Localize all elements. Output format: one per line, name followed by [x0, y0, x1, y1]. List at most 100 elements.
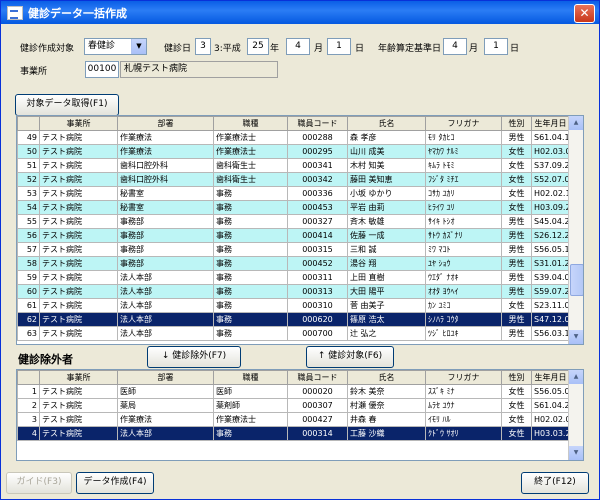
cell-no: 1 [17, 384, 40, 399]
exam-year-label: 年 [270, 44, 280, 54]
excluded-column-header[interactable]: 氏名 [347, 370, 426, 385]
table-row[interactable]: 57テスト病院事務部事務000315三和 誠ﾐﾜ ﾏｺﾄ男性S56.05.14 [17, 242, 570, 257]
cell-job: 事務 [213, 326, 288, 341]
excluded-column-header[interactable]: 生年月日 [531, 370, 570, 385]
cell-kana: ｶﾝ ﾕﾐｺ [425, 298, 502, 313]
cell-sex: 女性 [501, 426, 532, 441]
target-column-header[interactable]: 事業所 [39, 116, 118, 131]
target-grid[interactable]: 事業所 部署 職種 職員コード 氏名 フリガナ 性別 生年月日 49 テスト病院 作業療法 作業療法… [16, 115, 584, 345]
table-row[interactable]: 2テスト病院薬局薬剤師000307村瀬 優奈ﾑﾗｾ ﾕｳﾅ女性S61.04.26 [17, 398, 570, 413]
table-row[interactable]: 4 テスト病院 法人本部 事務 000314 工藤 沙織 ｸﾄﾞｳ ｻｵﾘ 女性 H03.03.… [17, 426, 570, 441]
scroll-down-icon[interactable]: ▼ [569, 446, 583, 460]
include-button[interactable]: ↑ 健診対象(F6) [306, 346, 394, 368]
cell-no: 4 [17, 426, 40, 441]
cell-code: 000414 [287, 228, 348, 243]
exam-era-input[interactable]: 3 [195, 38, 211, 55]
cell-office: テスト病院 [39, 200, 118, 215]
cell-code: 000307 [287, 398, 348, 413]
target-column-header[interactable]: 職員コード [287, 116, 348, 131]
cell-job: 事務 [213, 200, 288, 215]
table-row[interactable]: 1テスト病院医師医師000020鈴木 美奈ｽｽﾞｷ ﾐﾅ女性S56.05.09 [17, 384, 570, 399]
office-code-input[interactable]: 00100 [85, 61, 119, 78]
exit-button[interactable]: 終了(F12) [521, 472, 589, 494]
excluded-column-header[interactable]: 職種 [213, 370, 288, 385]
excluded-column-header[interactable]: フリガナ [425, 370, 502, 385]
table-row[interactable]: 61 テスト病院 法人本部 事務 000310 菅 由美子 ｶﾝ ﾕﾐｺ 女性 S23.11.0… [17, 298, 570, 313]
cell-sex: 女性 [501, 384, 532, 399]
excluded-column-header[interactable]: 事業所 [39, 370, 118, 385]
excluded-column-header[interactable]: 性別 [501, 370, 532, 385]
scroll-up-icon[interactable]: ▲ [569, 116, 583, 130]
table-row[interactable]: 3 テスト病院 作業療法 作業療法士 000427 井森 春ｲﾓﾘ ﾊﾙ 女性 H02.02.… [17, 412, 570, 427]
table-row[interactable]: 62 テスト病院 法人本部 事務 000620 篠原 浩太 ｼﾉﾊﾗ ｺｳﾀ 男性 S47.12… [17, 312, 570, 327]
table-row[interactable]: 55 テスト病院 事務部 事務 000327 斉木 敏雄 ｻｲｷ ﾄｼｵ 男性 S45.04.2… [17, 214, 570, 229]
cell-name: 篠原 浩太 [347, 312, 426, 327]
table-row[interactable]: 60 テスト病院 法人本部 事務 000313 大田 陽平 ｵｵﾀ ﾖｳﾍｲ 男性 S59.07… [17, 284, 570, 299]
cell-dept: 歯科口腔外科 [117, 158, 214, 173]
cell-no: 55 [17, 214, 40, 229]
cell-no: 58 [17, 256, 40, 271]
cell-no: 56 [17, 228, 40, 243]
target-table: 事業所 部署 職種 職員コード 氏名 フリガナ 性別 生年月日 49 テスト病院 作業療法 作業療法… [17, 116, 570, 341]
exam-day-input[interactable]: 1 [327, 38, 351, 55]
table-row[interactable]: 51 テスト病院 歯科口腔外科 歯科衛生士 000341 木村 知美 ｷﾑﾗ ﾄﾓﾐ 女性 S3… [17, 158, 570, 173]
age-day-input[interactable]: 1 [484, 38, 508, 55]
cell-sex: 女性 [501, 186, 532, 201]
office-label: 事業所 [20, 67, 48, 77]
scroll-thumb[interactable] [570, 264, 583, 296]
cell-no: 3 [17, 412, 40, 427]
cell-office: テスト病院 [39, 312, 118, 327]
excluded-grid[interactable]: 事業所 部署 職種 職員コード 氏名 フリガナ 性別 生年月日 1 テスト病院 医師 医師 00002… [16, 369, 584, 461]
close-button[interactable]: ✕ [574, 4, 595, 23]
cell-name: 工藤 沙織 [347, 426, 426, 441]
target-label: 健診作成対象 [20, 44, 75, 54]
excluded-column-header[interactable]: 部署 [117, 370, 214, 385]
table-row[interactable]: 50 テスト病院 作業療法 作業療法士 000295 山川 成美 ﾔﾏｶﾜ ﾅﾙﾐ 女性 H02… [17, 144, 570, 159]
table-row[interactable]: 52 テスト病院 歯科口腔外科 歯科衛生士 000342 藤田 美知恵 ﾌｼﾞﾀ ﾐﾁｴ 女性… [17, 172, 570, 187]
target-scrollbar[interactable]: ▲ ▼ [568, 116, 583, 344]
chevron-down-icon[interactable]: ▼ [131, 39, 146, 54]
cell-office: テスト病院 [39, 256, 118, 271]
cell-code: 000310 [287, 298, 348, 313]
table-row[interactable]: 54テスト病院秘書室事務000453平岩 由莉ﾋﾗｲﾜ ﾕﾘ女性H03.09.2… [17, 200, 570, 215]
cell-dob: S61.04.17 [531, 130, 570, 145]
exam-year-input[interactable]: 25 [247, 38, 269, 55]
scroll-up-icon[interactable]: ▲ [569, 370, 583, 384]
cell-dept: 秘書室 [117, 186, 214, 201]
target-column-header[interactable]: 職種 [213, 116, 288, 131]
scroll-down-icon[interactable]: ▼ [569, 330, 583, 344]
target-column-header[interactable]: 生年月日 [531, 116, 570, 131]
cell-office: テスト病院 [39, 158, 118, 173]
target-column-header[interactable]: 氏名 [347, 116, 426, 131]
cell-dob: S23.11.07 [531, 298, 570, 313]
table-row[interactable]: 53 テスト病院 秘書室 事務 000336 小坂 ゆかり ｺｻｶ ﾕｶﾘ 女性 H02.02.… [17, 186, 570, 201]
table-row[interactable]: 56 テスト病院 事務部 事務 000414 佐藤 一成 ｻﾄｳ ｶｽﾞﾅﾘ 男性 S26.12… [17, 228, 570, 243]
fetch-target-button[interactable]: 対象データ取得(F1) [15, 94, 119, 116]
excluded-column-header[interactable] [17, 370, 40, 385]
target-column-header[interactable]: 性別 [501, 116, 532, 131]
cell-dob: H02.03.02 [531, 144, 570, 159]
cell-kana: ｼﾉﾊﾗ ｺｳﾀ [425, 312, 502, 327]
target-column-header[interactable]: フリガナ [425, 116, 502, 131]
cell-job: 事務 [213, 298, 288, 313]
target-column-header[interactable]: 部署 [117, 116, 214, 131]
table-row[interactable]: 49 テスト病院 作業療法 作業療法士 000288 森 孝彦 ﾓﾘ ﾀｶﾋｺ 男性 S61.0… [17, 130, 570, 145]
excluded-column-header[interactable]: 職員コード [287, 370, 348, 385]
age-month-input[interactable]: 4 [443, 38, 467, 55]
excluded-scrollbar[interactable]: ▲ ▼ [568, 370, 583, 460]
title-bar: 健診データ一括作成 ✕ [1, 1, 599, 24]
target-column-header[interactable] [17, 116, 40, 131]
table-row[interactable]: 63 テスト病院 法人本部 事務 000700 辻 弘之 ﾂｼﾞ ﾋﾛﾕｷ 男性 S56.03.… [17, 326, 570, 341]
exam-month-input[interactable]: 4 [286, 38, 310, 55]
create-data-button[interactable]: データ作成(F4) [76, 472, 154, 494]
cell-no: 62 [17, 312, 40, 327]
exclude-button[interactable]: ↓ 健診除外(F7) [147, 346, 241, 368]
guide-button[interactable]: ガイド(F3) [6, 472, 72, 494]
cell-sex: 男性 [501, 270, 532, 285]
cell-code: 000327 [287, 214, 348, 229]
table-row[interactable]: 58テスト病院事務部事務000452湯谷 翔ﾕﾔ ｼｮｳ男性S31.01.29 [17, 256, 570, 271]
cell-sex: 男性 [501, 256, 532, 271]
table-row[interactable]: 59 テスト病院 法人本部 事務 000311 上田 直樹 ｳｴﾀﾞ ﾅｵｷ 男性 S39.04… [17, 270, 570, 285]
target-select[interactable]: 春健診 ▼ [84, 38, 147, 55]
cell-no: 49 [17, 130, 40, 145]
